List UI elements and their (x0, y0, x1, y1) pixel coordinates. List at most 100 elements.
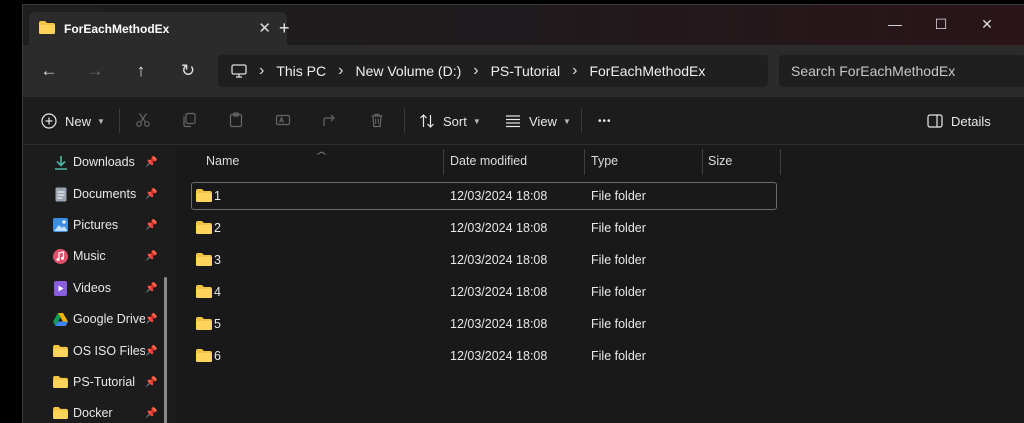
breadcrumb-foreachmethodex[interactable]: ForEachMethodEx (589, 63, 705, 79)
sidebar-item-google-drive[interactable]: Google Drive 📌 (53, 308, 173, 330)
forward-button[interactable]: → (83, 59, 107, 83)
column-divider[interactable] (702, 149, 703, 175)
pin-icon[interactable]: 📌 (145, 189, 157, 200)
column-divider[interactable] (584, 149, 585, 175)
sidebar-item-videos[interactable]: Videos 📌 (53, 277, 173, 299)
sort-arrows-icon (419, 113, 435, 129)
paste-button[interactable] (228, 109, 244, 133)
file-type: File folder (591, 317, 646, 331)
sidebar-item-pictures[interactable]: Pictures 📌 (53, 214, 173, 236)
table-row[interactable]: 1 12/03/2024 18:08 File folder (191, 182, 777, 210)
share-button[interactable] (322, 109, 338, 133)
breadcrumb-this-pc[interactable]: This PC (276, 63, 326, 79)
view-button[interactable]: View ▼ (505, 109, 571, 133)
breadcrumb-new-volume[interactable]: New Volume (D:) (355, 63, 461, 79)
chevron-right-icon[interactable]: › (338, 62, 343, 80)
pin-icon[interactable]: 📌 (145, 314, 157, 325)
sidebar-item-documents[interactable]: Documents 📌 (53, 183, 173, 205)
column-header-name[interactable]: Name (206, 145, 239, 177)
pin-icon[interactable]: 📌 (145, 157, 157, 168)
chevron-up-icon: ︿ (317, 146, 327, 156)
table-row[interactable]: 4 12/03/2024 18:08 File folder (191, 278, 777, 306)
file-type: File folder (591, 253, 646, 267)
sidebar-item-label: PS-Tutorial (73, 375, 136, 389)
sidebar-item-docker[interactable]: Docker 📌 (53, 402, 173, 423)
table-row[interactable]: 6 12/03/2024 18:08 File folder (191, 342, 777, 370)
clipboard-icon (228, 111, 244, 131)
rename-icon (275, 112, 291, 131)
file-date: 12/03/2024 18:08 (450, 253, 548, 267)
sidebar-item-os-iso-files[interactable]: OS ISO Files 📌 (53, 340, 173, 362)
sort-button[interactable]: Sort ▼ (419, 109, 481, 133)
folder-icon (53, 344, 68, 359)
folder-icon (196, 221, 212, 237)
pin-icon[interactable]: 📌 (145, 220, 157, 231)
file-name: 6 (214, 349, 221, 363)
sidebar-item-ps-tutorial[interactable]: PS-Tutorial 📌 (53, 371, 173, 393)
file-type: File folder (591, 285, 646, 299)
minimize-button[interactable]: — (875, 13, 915, 35)
videos-icon (53, 280, 68, 296)
folder-icon (53, 406, 68, 421)
refresh-button[interactable]: ↻ (176, 59, 200, 83)
sidebar-item-label: Pictures (73, 218, 119, 232)
download-icon (53, 155, 68, 170)
file-name: 1 (214, 189, 221, 203)
copy-button[interactable] (181, 109, 197, 133)
up-button[interactable]: ↑ (129, 59, 153, 83)
file-date: 12/03/2024 18:08 (450, 189, 548, 203)
column-divider[interactable] (780, 149, 781, 175)
column-divider[interactable] (443, 149, 444, 175)
close-tab-icon[interactable]: ✕ (258, 19, 271, 37)
folder-icon (53, 375, 68, 390)
sidebar-item-music[interactable]: Music 📌 (53, 245, 173, 267)
file-date: 12/03/2024 18:08 (450, 285, 548, 299)
new-button[interactable]: New ▼ (41, 109, 105, 133)
navigation-pane: Downloads 📌 Documents 📌 Pictures 📌 Music… (23, 145, 175, 423)
search-input[interactable]: Search ForEachMethodEx (779, 55, 1024, 87)
chevron-down-icon: ▼ (97, 116, 105, 126)
file-date: 12/03/2024 18:08 (450, 349, 548, 363)
pin-icon[interactable]: 📌 (145, 251, 157, 262)
google-drive-icon (53, 312, 68, 327)
chevron-right-icon[interactable]: › (473, 62, 478, 80)
sort-label: Sort (443, 113, 467, 129)
delete-button[interactable] (369, 109, 385, 133)
column-header-size[interactable]: Size (708, 145, 732, 177)
table-row[interactable]: 5 12/03/2024 18:08 File folder (191, 310, 777, 338)
pin-icon[interactable]: 📌 (145, 346, 157, 357)
rename-button[interactable] (275, 109, 291, 133)
pin-icon[interactable]: 📌 (145, 283, 157, 294)
details-pane-button[interactable]: Details (927, 109, 991, 133)
sidebar-item-label: OS ISO Files (73, 344, 145, 358)
new-tab-button[interactable]: + (279, 18, 290, 39)
sidebar-scrollbar[interactable] (164, 277, 167, 423)
column-header-type[interactable]: Type (591, 145, 618, 177)
tab-title: ForEachMethodEx (64, 21, 170, 36)
back-button[interactable]: ← (37, 59, 61, 83)
cut-button[interactable] (135, 109, 151, 133)
more-options-button[interactable]: ••• (598, 109, 612, 133)
chevron-down-icon: ▼ (472, 116, 481, 126)
sidebar-item-label: Music (73, 249, 106, 263)
file-date: 12/03/2024 18:08 (450, 221, 548, 235)
command-bar: New ▼ Sort ▼ View ▼ ••• Details (23, 97, 1024, 145)
close-window-button[interactable]: ✕ (967, 13, 1007, 35)
pictures-icon (53, 218, 68, 233)
sidebar-item-downloads[interactable]: Downloads 📌 (53, 151, 173, 173)
chevron-right-icon[interactable]: › (572, 62, 577, 80)
maximize-button[interactable]: ☐ (921, 13, 961, 35)
pin-icon[interactable]: 📌 (145, 408, 157, 419)
breadcrumb-ps-tutorial[interactable]: PS-Tutorial (491, 63, 561, 79)
file-date: 12/03/2024 18:08 (450, 317, 548, 331)
divider (581, 109, 582, 133)
address-bar[interactable]: › This PC › New Volume (D:) › PS-Tutoria… (218, 55, 768, 87)
table-row[interactable]: 3 12/03/2024 18:08 File folder (191, 246, 777, 274)
column-header-date[interactable]: Date modified (450, 145, 527, 177)
new-label: New (65, 113, 92, 129)
pin-icon[interactable]: 📌 (145, 377, 157, 388)
sidebar-item-label: Downloads (73, 155, 135, 169)
tab-foreachmethodex[interactable]: ForEachMethodEx ✕ (29, 12, 287, 45)
table-row[interactable]: 2 12/03/2024 18:08 File folder (191, 214, 777, 242)
file-name: 4 (214, 285, 221, 299)
